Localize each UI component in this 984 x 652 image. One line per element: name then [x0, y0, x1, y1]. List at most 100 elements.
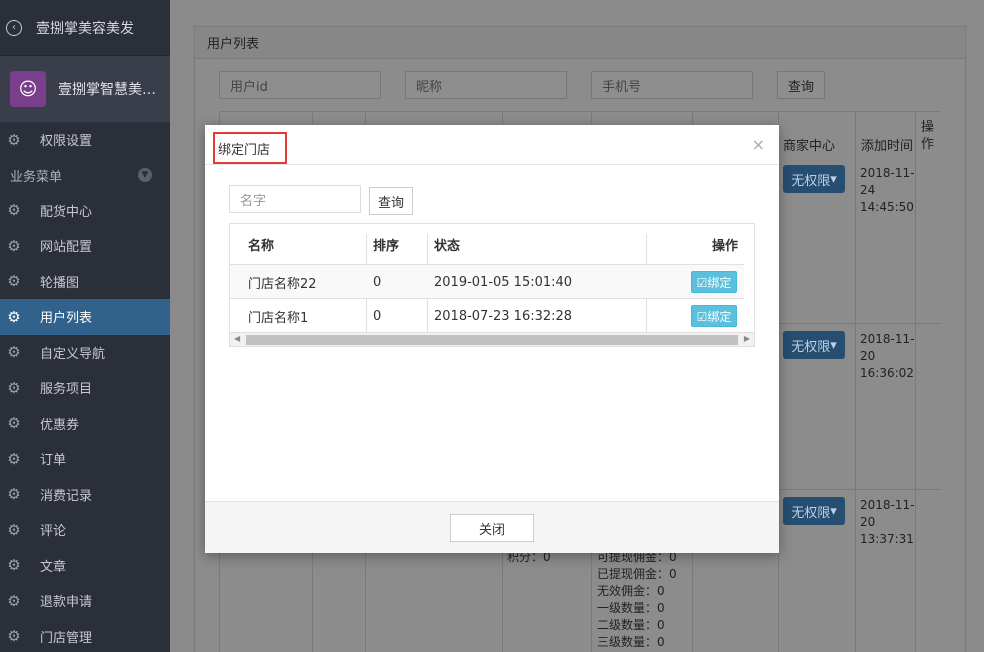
col-added-time: 添加时间	[861, 139, 914, 154]
sidebar-item-label: 消费记录	[40, 488, 93, 504]
col-status: 状态	[434, 238, 461, 254]
sidebar-item-label: 自定义导航	[40, 346, 106, 362]
profile-name: 壹捌掌智慧美容...	[58, 82, 162, 98]
store-status: 2019-01-05 15:01:40	[434, 274, 573, 290]
close-icon[interactable]: ×	[752, 135, 765, 154]
gear-icon: ⚙	[7, 627, 21, 646]
back-icon[interactable]: ‹	[6, 19, 22, 36]
permission-dropdown[interactable]: 无权限 ▾	[783, 165, 845, 193]
store-status: 2018-07-23 16:32:28	[434, 308, 573, 324]
panel-title: 用户列表	[195, 27, 965, 59]
sidebar: ‹ 壹捌掌美容美发 ☺ 壹捌掌智慧美容... ⚙ 权限设置 业务菜单 ▼ ⚙ 配…	[0, 0, 170, 652]
sidebar-item-refunds[interactable]: ⚙ 退款申请	[0, 583, 170, 619]
sidebar-item-custom-nav[interactable]: ⚙ 自定义导航	[0, 335, 170, 371]
sidebar-item-coupons[interactable]: ⚙ 优惠券	[0, 406, 170, 442]
sidebar-item-label: 权限设置	[40, 134, 93, 150]
sidebar-item-label: 门店管理	[40, 630, 93, 646]
gear-icon: ⚙	[7, 201, 21, 220]
col-name: 名称	[248, 238, 275, 254]
user-id-input[interactable]: 用户id	[219, 71, 381, 99]
store-query-button[interactable]: 查询	[369, 187, 414, 215]
phone-input[interactable]: 手机号	[591, 71, 753, 99]
sidebar-item-label: 文章	[40, 559, 67, 575]
sidebar-header: ‹ 壹捌掌美容美发	[0, 0, 170, 55]
bind-store-modal: 绑定门店 × 名字 查询 名称 排序 状态 操作 门店名称22 0 2019-0…	[205, 125, 779, 553]
col-merchant-center: 商家中心	[783, 139, 836, 154]
commission-line: 三级数量：0	[597, 635, 665, 649]
commission-line: 无效佣金：0	[597, 584, 665, 598]
scroll-right-icon[interactable]: ▶	[744, 334, 750, 343]
sidebar-item-distribution[interactable]: ⚙ 配货中心	[0, 193, 170, 229]
sidebar-item-stores[interactable]: ⚙ 门店管理	[0, 619, 170, 652]
sidebar-section-business[interactable]: 业务菜单 ▼	[0, 158, 170, 193]
gear-icon: ⚙	[7, 343, 21, 362]
gear-icon: ⚙	[7, 236, 21, 255]
sidebar-item-label: 服务项目	[40, 382, 93, 398]
table-row: 门店名称1 0 2018-07-23 16:32:28 ☑绑定	[230, 298, 744, 332]
modal-footer: 关闭	[205, 501, 779, 553]
bind-button[interactable]: ☑绑定	[691, 305, 737, 327]
commission-line: 一级数量：0	[597, 601, 665, 615]
sidebar-item-label: 轮播图	[40, 275, 80, 291]
gear-icon: ⚙	[7, 130, 21, 149]
store-sort: 0	[373, 308, 382, 324]
store-sort: 0	[373, 274, 382, 290]
scroll-left-icon[interactable]: ◀	[234, 334, 240, 343]
added-time: 2018-11-20 16:36:02	[860, 332, 915, 380]
col-action: 操作	[712, 238, 739, 254]
store-name-input[interactable]: 名字	[229, 185, 361, 213]
permission-label: 无权限	[791, 505, 831, 521]
avatar: ☺	[10, 71, 46, 107]
bind-button[interactable]: ☑绑定	[691, 271, 737, 293]
sidebar-item-label: 网站配置	[40, 240, 93, 256]
col-sort: 排序	[373, 238, 400, 254]
query-button[interactable]: 查询	[777, 71, 826, 99]
close-button[interactable]: 关闭	[450, 514, 534, 542]
gear-icon: ⚙	[7, 272, 21, 291]
chevron-down-icon: ▼	[138, 168, 152, 182]
sidebar-item-label: 配货中心	[40, 204, 93, 220]
store-name: 门店名称1	[248, 310, 309, 326]
permission-dropdown[interactable]: 无权限 ▾	[783, 331, 845, 359]
added-time: 2018-11-20 13:37:31	[860, 498, 915, 546]
sidebar-item-articles[interactable]: ⚙ 文章	[0, 548, 170, 584]
sidebar-item-label: 退款申请	[40, 595, 93, 611]
sidebar-item-consumption[interactable]: ⚙ 消费记录	[0, 477, 170, 513]
modal-body: 名字 查询 名称 排序 状态 操作 门店名称22 0 2019-01-05 15…	[205, 165, 779, 500]
gear-icon: ⚙	[7, 485, 21, 504]
horizontal-scrollbar[interactable]: ◀ ▶	[230, 332, 754, 346]
gear-icon: ⚙	[7, 591, 21, 610]
store-name: 门店名称22	[248, 276, 317, 292]
table-row: 门店名称22 0 2019-01-05 15:01:40 ☑绑定	[230, 264, 744, 298]
sidebar-item-label: 评论	[40, 524, 67, 540]
added-time: 2018-11-24 14:45:50	[860, 166, 915, 214]
gear-icon: ⚙	[7, 414, 21, 433]
scroll-thumb[interactable]	[246, 335, 738, 345]
sidebar-item-label: 订单	[40, 453, 67, 469]
sidebar-item-services[interactable]: ⚙ 服务项目	[0, 370, 170, 406]
store-table: 名称 排序 状态 操作 门店名称22 0 2019-01-05 15:01:40…	[229, 223, 755, 347]
app-title: 壹捌掌美容美发	[36, 20, 134, 37]
permission-label: 无权限	[791, 173, 831, 189]
commission-line: 二级数量：0	[597, 618, 665, 632]
gear-icon: ⚙	[7, 378, 21, 397]
sidebar-item-permissions[interactable]: ⚙ 权限设置	[0, 122, 170, 158]
col-action: 操作	[921, 120, 935, 152]
sidebar-item-label: 用户列表	[40, 311, 93, 327]
gear-icon: ⚙	[7, 556, 21, 575]
commission-line: 已提现佣金：0	[597, 567, 677, 581]
sidebar-item-label: 优惠券	[40, 417, 80, 433]
sidebar-item-orders[interactable]: ⚙ 订单	[0, 441, 170, 477]
gear-icon: ⚙	[7, 520, 21, 539]
sidebar-item-carousel[interactable]: ⚙ 轮播图	[0, 264, 170, 300]
sidebar-item-user-list[interactable]: ⚙ 用户列表	[0, 299, 170, 335]
profile[interactable]: ☺ 壹捌掌智慧美容...	[0, 55, 170, 122]
section-label: 业务菜单	[10, 169, 63, 185]
permission-dropdown[interactable]: 无权限 ▾	[783, 497, 845, 525]
gear-icon: ⚙	[7, 307, 21, 326]
sidebar-item-site-config[interactable]: ⚙ 网站配置	[0, 228, 170, 264]
permission-label: 无权限	[791, 339, 831, 355]
modal-title: 绑定门店	[213, 132, 287, 164]
sidebar-item-comments[interactable]: ⚙ 评论	[0, 512, 170, 548]
nickname-input[interactable]: 昵称	[405, 71, 567, 99]
